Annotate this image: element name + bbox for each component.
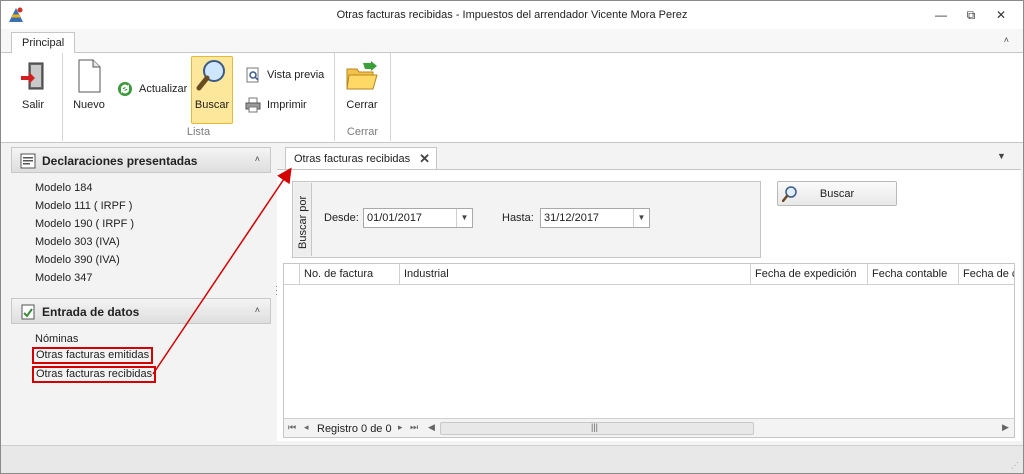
actualizar-label: Actualizar — [139, 83, 188, 95]
sidebar-item-otras-facturas-emitidas[interactable]: Otras facturas emitidas — [32, 347, 154, 364]
nuevo-button[interactable]: Nuevo — [67, 57, 111, 123]
ribbon-tab-strip: Principal ˄ — [1, 29, 1023, 54]
buscar-label: Buscar — [819, 188, 855, 200]
tab-menu-chevron-down-icon[interactable]: ▼ — [997, 151, 1006, 161]
sidebar-item-modelo-111[interactable]: Modelo 111 ( IRPF ) — [35, 198, 132, 214]
imprimir-button[interactable]: Imprimir — [245, 95, 307, 115]
printer-icon — [245, 97, 261, 113]
buscar-button[interactable]: Buscar — [777, 181, 897, 206]
column-fecha-contable[interactable]: Fecha contable — [867, 264, 959, 285]
actualizar-button[interactable]: Actualizar — [117, 79, 187, 99]
last-record-icon[interactable]: ⏭ — [410, 422, 418, 433]
cerrar-label: Cerrar — [346, 99, 378, 111]
preview-icon — [246, 67, 259, 83]
chevron-down-icon[interactable]: ▼ — [456, 209, 472, 227]
desde-date-field[interactable]: 01/01/2017 ▼ — [363, 208, 473, 228]
declarations-icon — [20, 153, 36, 169]
buscar-ribbon-label: Buscar — [194, 99, 230, 111]
new-document-icon — [78, 59, 101, 93]
invoices-grid: No. de factura Industrial Fecha de exped… — [283, 263, 1015, 438]
grid-indicator-column — [284, 264, 300, 285]
hasta-label: Hasta: — [502, 212, 534, 224]
column-industrial[interactable]: Industrial — [399, 264, 751, 285]
declaraciones-title: Declaraciones presentadas — [42, 154, 198, 168]
minimize-button[interactable]: — — [927, 5, 955, 25]
close-icon[interactable]: ✕ — [419, 151, 430, 167]
close-window-button[interactable]: ✕ — [987, 5, 1015, 25]
scroll-grip-icon: ||| — [591, 422, 599, 432]
ribbon-group-lista: Nuevo Actualizar Buscar Vista previa Imp… — [63, 53, 335, 141]
buscar-por-label: Buscar por — [297, 195, 309, 249]
ribbon-collapse-icon[interactable]: ˄ — [1004, 35, 1009, 45]
resize-grip-icon[interactable]: ⋰ — [1011, 461, 1019, 470]
sidebar-item-modelo-390[interactable]: Modelo 390 (IVA) — [35, 252, 120, 268]
column-fecha-expedicion[interactable]: Fecha de expedición — [750, 264, 868, 285]
ribbon-group-cerrar: Cerrar Cerrar — [335, 53, 391, 141]
column-no-factura[interactable]: No. de factura — [299, 264, 399, 285]
sidebar-item-nominas[interactable]: Nóminas — [35, 331, 78, 347]
hasta-value: 31/12/2017 — [544, 212, 600, 224]
scroll-right-icon[interactable]: ▶ — [1002, 422, 1009, 433]
tab-otras-facturas-recibidas[interactable]: Otras facturas recibidas ✕ — [285, 147, 437, 169]
folder-exit-icon — [346, 61, 378, 90]
sidebar-item-modelo-347[interactable]: Modelo 347 — [35, 270, 93, 286]
exit-door-icon — [21, 62, 44, 90]
vista-previa-label: Vista previa — [267, 69, 325, 81]
sidebar-item-otras-facturas-recibidas[interactable]: Otras facturas recibidas — [32, 366, 157, 383]
refresh-icon — [118, 82, 132, 96]
chevron-up-icon[interactable]: ˄ — [255, 305, 260, 315]
first-record-icon[interactable]: ⏮ — [288, 422, 296, 433]
lista-group-label: Lista — [186, 126, 211, 138]
ribbon: Salir Nuevo Actualizar Buscar Vista prev… — [1, 53, 1023, 143]
next-record-icon[interactable]: ▸ — [398, 422, 403, 433]
data-entry-icon — [21, 304, 35, 320]
record-counter: Registro 0 de 0 — [317, 423, 392, 435]
navigation-panel: Declaraciones presentadas ˄ Modelo 184 M… — [9, 147, 273, 439]
chevron-down-icon[interactable]: ▼ — [633, 209, 649, 227]
sidebar-item-modelo-184[interactable]: Modelo 184 — [35, 180, 93, 196]
salir-label: Salir — [21, 99, 44, 111]
nuevo-label: Nuevo — [73, 99, 105, 111]
tab-principal[interactable]: Principal — [11, 32, 76, 54]
buscar-ribbon-button[interactable]: Buscar — [191, 56, 233, 124]
desde-label: Desde: — [324, 212, 359, 224]
vista-previa-button[interactable]: Vista previa — [245, 65, 324, 85]
title-bar: Otras facturas recibidas - Impuestos del… — [1, 1, 1023, 29]
window-title: Otras facturas recibidas - Impuestos del… — [336, 9, 688, 21]
horizontal-scrollbar[interactable]: ||| — [440, 422, 754, 435]
column-fecha-c[interactable]: Fecha de c — [958, 264, 1014, 285]
entrada-datos-title: Entrada de datos — [42, 305, 140, 319]
scroll-left-icon[interactable]: ◀ — [428, 422, 435, 433]
entrada-datos-header[interactable]: Entrada de datos ˄ — [11, 298, 271, 324]
grid-header: No. de factura Industrial Fecha de exped… — [284, 264, 1014, 285]
imprimir-label: Imprimir — [267, 99, 307, 111]
salir-button[interactable]: Salir — [11, 57, 55, 123]
grid-navigator: ⏮ ◂ Registro 0 de 0 ▸ ⏭ ◀ ||| ▶ — [284, 418, 1014, 437]
cerrar-button[interactable]: Cerrar — [340, 57, 384, 123]
ribbon-group-salir: Salir — [1, 53, 63, 141]
sidebar-item-modelo-303[interactable]: Modelo 303 (IVA) — [35, 234, 120, 250]
main-window: Otras facturas recibidas - Impuestos del… — [0, 0, 1024, 474]
desde-value: 01/01/2017 — [367, 212, 423, 224]
prev-record-icon[interactable]: ◂ — [304, 422, 309, 433]
doc-tab-label: Otras facturas recibidas — [294, 153, 411, 165]
status-bar: ⋰ — [1, 445, 1023, 473]
chevron-up-icon[interactable]: ˄ — [255, 154, 260, 164]
magnifier-icon — [196, 60, 225, 91]
hasta-date-field[interactable]: 31/12/2017 ▼ — [540, 208, 650, 228]
declaraciones-header[interactable]: Declaraciones presentadas ˄ — [11, 147, 271, 173]
sidebar-item-modelo-190[interactable]: Modelo 190 ( IRPF ) — [35, 216, 134, 232]
restore-button[interactable]: ⧉ — [957, 5, 985, 25]
cerrar-group-label: Cerrar — [346, 126, 379, 138]
